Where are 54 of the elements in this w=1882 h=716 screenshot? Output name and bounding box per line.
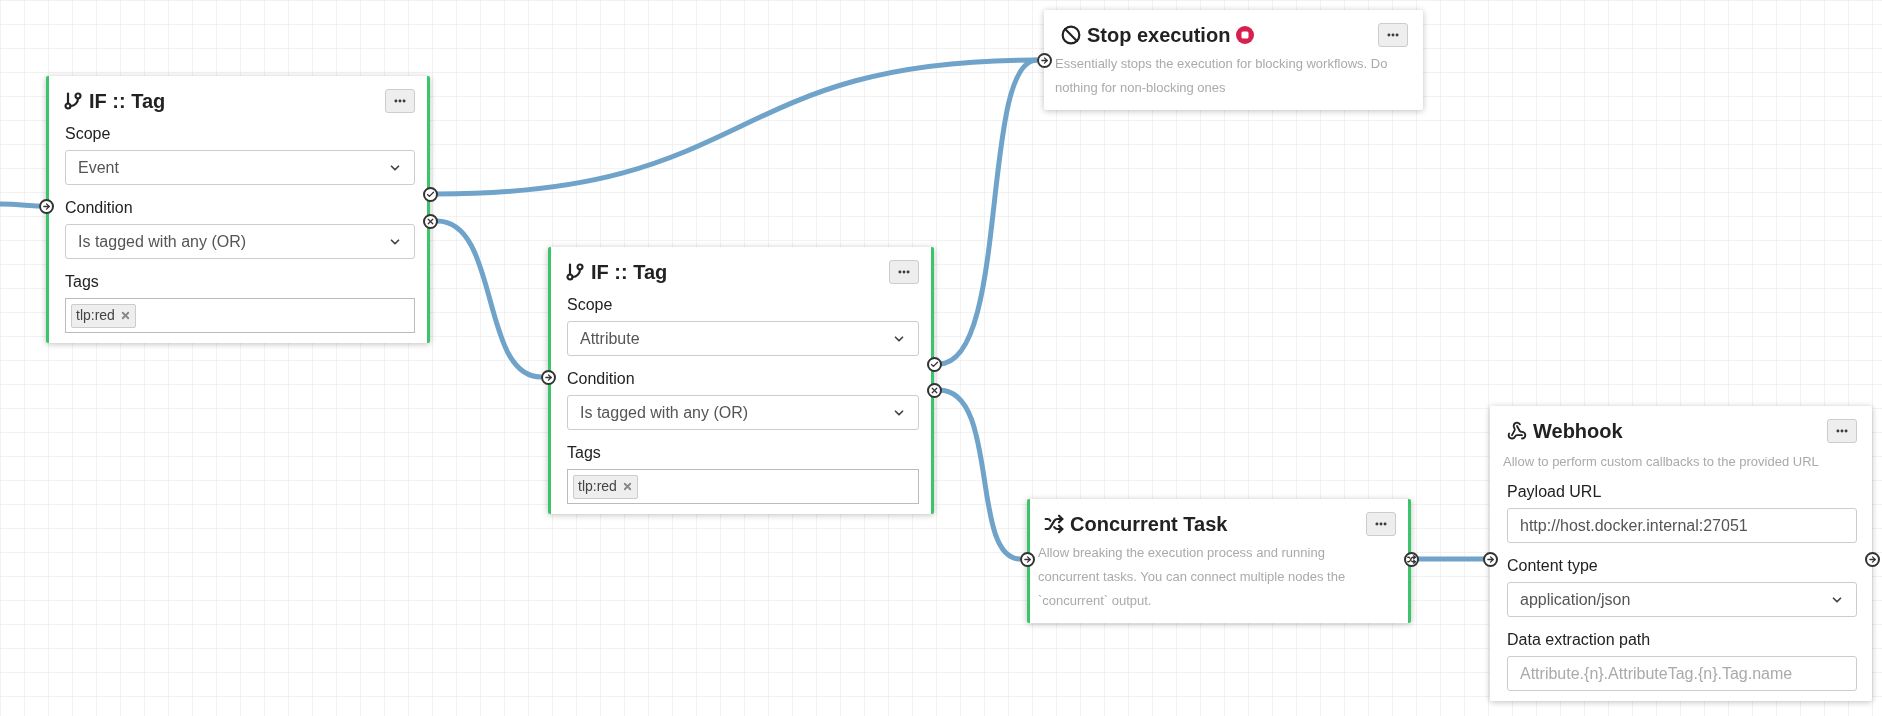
arrow-right-icon: [1040, 56, 1049, 65]
field-label: Tags: [65, 272, 100, 292]
field-label: Tags: [567, 443, 602, 463]
field-label: Data extraction path: [1507, 630, 1652, 650]
node-title: Concurrent Task: [1070, 512, 1228, 537]
tags-field[interactable]: tlp:red: [65, 298, 415, 333]
field-label: Payload URL: [1507, 482, 1603, 502]
connector-line: [1418, 556, 1485, 562]
field-label: Scope: [567, 295, 614, 315]
arrow-right-icon: [1023, 555, 1032, 564]
node-description: Allow to perform custom callbacks to the provided URL: [1502, 453, 1820, 471]
tag-chip[interactable]: tlp:red: [71, 303, 136, 328]
field-label: Condition: [65, 198, 134, 218]
close-icon: [426, 217, 435, 226]
arrow-right-icon: [1868, 555, 1877, 564]
connector-line: [0, 201, 40, 209]
arrow-right-icon: [1486, 555, 1495, 564]
input-field[interactable]: http://host.docker.internal:27051: [1507, 508, 1857, 543]
node-title: Stop execution: [1087, 23, 1231, 48]
tag-chip[interactable]: tlp:red: [573, 474, 638, 499]
node-title: Webhook: [1533, 419, 1623, 444]
field-label: Content type: [1507, 556, 1599, 576]
input-field[interactable]: Attribute.{n}.AttributeTag.{n}.Tag.name: [1507, 656, 1857, 691]
node-card[interactable]: Webhook Allow to perform custom callbacks to the provided URL Payload URL http://host.docker.internal:27051 Content type application/json Data extraction path Attribute.{n}.AttributeTag.{n}.Tag.name: [1490, 406, 1872, 701]
field-label: Scope: [65, 124, 112, 144]
blocked-icon: [1061, 25, 1081, 45]
node-title: IF :: Tag: [591, 260, 668, 285]
remove-icon[interactable]: [119, 310, 131, 321]
node-title: IF :: Tag: [89, 89, 166, 114]
node-card[interactable]: IF :: Tag Scope Event Condition Is tagged with any (OR) Tags tlp:red: [46, 76, 430, 343]
node-description: Essentially stops the execution for blocking workflows. Do nothing for non-blocking ones: [1054, 55, 1389, 97]
dropdown[interactable]: Is tagged with any (OR): [65, 224, 415, 259]
stop-icon: [1236, 26, 1255, 44]
branch-icon: [565, 262, 585, 282]
dropdown[interactable]: Is tagged with any (OR): [567, 395, 919, 430]
node-card[interactable]: IF :: Tag Scope Attribute Condition Is tagged with any (OR) Tags tlp:red: [548, 247, 934, 514]
node-description: Allow breaking the execution process and running concurrent tasks. You can connect multiple nodes the `concurrent` output.: [1037, 544, 1347, 610]
field-label: Condition: [567, 369, 636, 389]
close-icon: [930, 386, 939, 395]
dropdown[interactable]: Event: [65, 150, 415, 185]
arrow-right-icon: [544, 373, 553, 382]
tags-field[interactable]: tlp:red: [567, 469, 919, 504]
branch-icon: [63, 91, 83, 111]
arrow-right-icon: [42, 202, 51, 211]
shuffle-icon: [1407, 555, 1416, 564]
check-icon: [426, 190, 435, 199]
node-card[interactable]: Concurrent Task Allow breaking the execution process and running concurrent tasks. You can connect multiple nodes the `concurrent` output.: [1027, 499, 1411, 623]
webhook-icon: [1507, 421, 1527, 441]
dropdown[interactable]: application/json: [1507, 582, 1857, 617]
dropdown[interactable]: Attribute: [567, 321, 919, 356]
node-card[interactable]: Stop execution Essentially stops the execution for blocking workflows. Do nothing for non-blocking ones: [1044, 10, 1423, 110]
shuffle-icon: [1044, 514, 1064, 534]
check-icon: [930, 360, 939, 369]
remove-icon[interactable]: [621, 481, 633, 492]
